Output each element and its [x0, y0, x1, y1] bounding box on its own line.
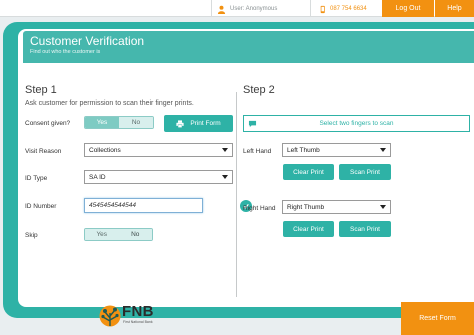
user-label: User: Anonymous: [230, 6, 278, 12]
consent-toggle[interactable]: Yes No: [84, 116, 154, 129]
step2-title: Step 2: [243, 84, 275, 96]
print-form-label: Print Form: [190, 120, 221, 127]
chevron-down-icon: [380, 205, 386, 209]
print-form-button[interactable]: Print Form: [164, 115, 233, 132]
logout-button[interactable]: Log Out: [382, 0, 434, 17]
footer-tagline: how can we help you?: [35, 311, 80, 316]
left-hand-value: Left Thumb: [287, 146, 320, 154]
left-hand-select[interactable]: Left Thumb: [282, 143, 391, 157]
column-divider: [236, 92, 237, 297]
select-fingers-button[interactable]: Select two fingers to scan: [243, 115, 470, 132]
id-type-select[interactable]: SA ID: [84, 170, 233, 184]
page-subtitle: Find out who the customer is: [30, 49, 101, 55]
chat-bubble-icon: [248, 120, 257, 128]
chevron-down-icon: [380, 148, 386, 152]
chevron-down-icon: [222, 175, 228, 179]
fnb-logo-text: FNB: [122, 303, 154, 320]
right-hand-label: Right Hand: [243, 205, 276, 212]
user-icon: [217, 5, 226, 14]
right-clear-print-button[interactable]: Clear Print: [283, 221, 334, 237]
id-number-input[interactable]: 4545454544544: [84, 198, 203, 213]
right-hand-select[interactable]: Right Thumb: [282, 200, 391, 214]
left-hand-label: Left Hand: [243, 148, 272, 155]
visit-reason-label: Visit Reason: [25, 148, 62, 155]
consent-no-option[interactable]: No: [119, 117, 153, 128]
fnb-tree-logo-icon: [99, 305, 121, 327]
skip-yes-option[interactable]: Yes: [85, 229, 119, 240]
id-type-label: ID Type: [25, 175, 48, 182]
id-type-value: SA ID: [89, 173, 106, 181]
phone-info: 087 754 6634: [318, 2, 367, 16]
page-title: Customer Verification: [30, 34, 145, 48]
printer-icon: [176, 119, 184, 128]
consent-label: Consent given?: [25, 120, 71, 127]
step1-title: Step 1: [25, 84, 57, 96]
help-button[interactable]: Help: [435, 0, 474, 17]
top-bar: User: Anonymous 087 754 6634 Log Out Hel…: [0, 0, 474, 17]
right-scan-print-button[interactable]: Scan Print: [339, 221, 391, 237]
step1-description: Ask customer for permission to scan thei…: [25, 100, 194, 107]
divider: [310, 0, 311, 17]
phone-icon: [320, 5, 325, 13]
visit-reason-select[interactable]: Collections: [84, 143, 233, 157]
visit-reason-value: Collections: [89, 146, 121, 154]
right-hand-value: Right Thumb: [287, 203, 325, 211]
chevron-down-icon: [222, 148, 228, 152]
skip-label: Skip: [25, 232, 38, 239]
fnb-logo-subtext: First National Bank: [123, 320, 153, 324]
id-number-label: ID Number: [25, 203, 57, 210]
user-info: User: Anonymous: [217, 2, 277, 16]
skip-no-option[interactable]: No: [118, 229, 152, 240]
divider: [211, 0, 212, 17]
select-fingers-label: Select two fingers to scan: [319, 120, 394, 127]
reset-form-button[interactable]: Reset Form: [401, 302, 474, 335]
left-scan-print-button[interactable]: Scan Print: [339, 164, 391, 180]
left-clear-print-button[interactable]: Clear Print: [283, 164, 334, 180]
phone-number: 087 754 6634: [330, 6, 367, 12]
skip-toggle[interactable]: Yes No: [84, 228, 153, 241]
form-card: [18, 29, 474, 307]
consent-yes-option[interactable]: Yes: [85, 117, 119, 128]
